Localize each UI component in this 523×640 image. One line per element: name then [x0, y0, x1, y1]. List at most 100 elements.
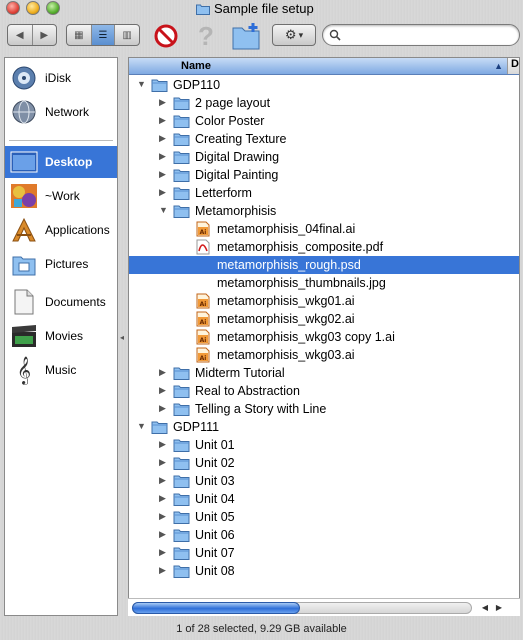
disclosure-collapsed-icon[interactable]: ▶ — [159, 187, 169, 197]
new-folder-icon[interactable] — [230, 19, 264, 53]
sidebar-item-desktop[interactable]: Desktop — [5, 146, 117, 178]
minimize-window-button[interactable] — [26, 1, 40, 15]
file-row[interactable]: Ai metamorphisis_wkg02.ai — [129, 310, 519, 328]
folder-row[interactable]: ▶ Real to Abstraction — [129, 382, 519, 400]
disclosure-expanded-icon[interactable]: ▼ — [137, 421, 147, 431]
horizontal-scrollbar[interactable]: ◀ ▶ — [128, 598, 520, 616]
sidebar-item-label: Music — [45, 363, 77, 377]
folder-row[interactable]: ▶ Unit 02 — [129, 454, 519, 472]
svg-text:Ai: Ai — [200, 301, 207, 308]
folder-icon — [173, 365, 190, 381]
help-icon[interactable]: ? — [194, 21, 218, 51]
sidebar-item-network[interactable]: Network — [5, 96, 117, 128]
search-input[interactable] — [345, 28, 513, 42]
name-column-header[interactable]: Name — [181, 60, 211, 72]
folder-icon — [173, 437, 190, 453]
back-button[interactable]: ◀ — [8, 25, 33, 45]
disclosure-collapsed-icon[interactable]: ▶ — [159, 511, 169, 521]
disclosure-collapsed-icon[interactable]: ▶ — [159, 439, 169, 449]
disclosure-collapsed-icon[interactable]: ▶ — [159, 493, 169, 503]
title-bar[interactable]: Sample file setup — [0, 0, 523, 18]
sidebar-item-work[interactable]: ~Work — [5, 180, 117, 212]
icon-view-button[interactable]: ▦ — [67, 25, 92, 45]
disclosure-expanded-icon[interactable]: ▼ — [137, 79, 147, 89]
folder-row[interactable]: ▶ Digital Drawing — [129, 148, 519, 166]
row-label: GDP110 — [173, 78, 221, 92]
sidebar-item-pictures[interactable]: Pictures — [5, 248, 117, 280]
folder-icon — [173, 167, 190, 183]
folder-row[interactable]: ▼ GDP110 — [129, 76, 519, 94]
disclosure-collapsed-icon[interactable]: ▶ — [159, 151, 169, 161]
folder-row[interactable]: ▶ Unit 07 — [129, 544, 519, 562]
disclosure-expanded-icon[interactable]: ▼ — [159, 205, 169, 215]
folder-row[interactable]: ▶ Creating Texture — [129, 130, 519, 148]
action-menu-button[interactable]: ⚙ ▾ — [272, 24, 316, 46]
disclosure-collapsed-icon[interactable]: ▶ — [159, 565, 169, 575]
row-label: metamorphisis_wkg01.ai — [217, 294, 355, 308]
folder-row[interactable]: ▶ Unit 06 — [129, 526, 519, 544]
file-row[interactable]: metamorphisis_composite.pdf — [129, 238, 519, 256]
folder-row[interactable]: ▼ GDP111 — [129, 418, 519, 436]
folder-row[interactable]: ▶ Unit 03 — [129, 472, 519, 490]
disclosure-collapsed-icon[interactable]: ▶ — [159, 133, 169, 143]
sidebar-splitter[interactable]: ◂ — [118, 57, 128, 616]
list-view-button[interactable]: ☰ — [91, 25, 116, 45]
folder-row[interactable]: ▶ Unit 05 — [129, 508, 519, 526]
status-text: 1 of 28 selected, 9.29 GB available — [176, 623, 347, 635]
row-label: metamorphisis_wkg03.ai — [217, 348, 355, 362]
file-row[interactable]: Ai metamorphisis_wkg03.ai — [129, 346, 519, 364]
folder-icon — [173, 545, 190, 561]
folder-row[interactable]: ▶ Midterm Tutorial — [129, 364, 519, 382]
disclosure-collapsed-icon[interactable]: ▶ — [159, 97, 169, 107]
column-view-button[interactable]: ▥ — [115, 25, 139, 45]
forward-button[interactable]: ▶ — [33, 25, 57, 45]
folder-icon — [151, 77, 168, 93]
sidebar-item-music[interactable]: 𝄞 Music — [5, 354, 117, 386]
row-label: Metamorphisis — [195, 204, 277, 218]
disclosure-collapsed-icon[interactable]: ▶ — [159, 385, 169, 395]
folder-row[interactable]: ▶ Digital Painting — [129, 166, 519, 184]
disclosure-collapsed-icon[interactable]: ▶ — [159, 547, 169, 557]
file-row[interactable]: Ai metamorphisis_wkg03 copy 1.ai — [129, 328, 519, 346]
folder-row[interactable]: ▶ Unit 01 — [129, 436, 519, 454]
file-row[interactable]: metamorphisis_rough.psd — [129, 256, 519, 274]
disclosure-collapsed-icon[interactable]: ▶ — [159, 475, 169, 485]
svg-text:Ai: Ai — [200, 229, 207, 236]
file-row[interactable]: metamorphisis_thumbnails.jpg — [129, 274, 519, 292]
date-column-header[interactable]: D — [507, 58, 519, 74]
folder-row[interactable]: ▼ Metamorphisis — [129, 202, 519, 220]
file-row[interactable]: Ai metamorphisis_wkg01.ai — [129, 292, 519, 310]
sidebar-item-documents[interactable]: Documents — [5, 286, 117, 318]
sidebar-item-applications[interactable]: Applications — [5, 214, 117, 246]
folder-row[interactable]: ▶ Color Poster — [129, 112, 519, 130]
file-list: Name ▲ D ▼ GDP110 ▶ 2 page layout ▶ Color Pos… — [128, 57, 520, 616]
row-label: metamorphisis_composite.pdf — [217, 240, 384, 254]
row-label: metamorphisis_rough.psd — [217, 258, 361, 272]
scroll-thumb[interactable] — [132, 602, 300, 614]
illustrator-file-icon: Ai — [195, 221, 212, 237]
disclosure-collapsed-icon[interactable]: ▶ — [159, 529, 169, 539]
close-window-button[interactable] — [6, 1, 20, 15]
search-field[interactable] — [322, 24, 520, 46]
disclosure-collapsed-icon[interactable]: ▶ — [159, 403, 169, 413]
scroll-right-button[interactable]: ▶ — [492, 602, 506, 614]
disclosure-collapsed-icon[interactable]: ▶ — [159, 457, 169, 467]
no-entry-icon[interactable] — [152, 23, 180, 49]
folder-row[interactable]: ▶ 2 page layout — [129, 94, 519, 112]
disclosure-collapsed-icon[interactable]: ▶ — [159, 169, 169, 179]
sidebar-item-label: Applications — [45, 223, 110, 237]
sidebar-item-movies[interactable]: Movies — [5, 320, 117, 352]
folder-row[interactable]: ▶ Unit 04 — [129, 490, 519, 508]
folder-row[interactable]: ▶ Letterform — [129, 184, 519, 202]
disclosure-collapsed-icon[interactable]: ▶ — [159, 367, 169, 377]
scroll-left-button[interactable]: ◀ — [478, 602, 492, 614]
folder-row[interactable]: ▶ Unit 08 — [129, 562, 519, 580]
file-row[interactable]: Ai metamorphisis_04final.ai — [129, 220, 519, 238]
zoom-window-button[interactable] — [46, 1, 60, 15]
status-bar: 1 of 28 selected, 9.29 GB available — [0, 618, 523, 640]
folder-row[interactable]: ▶ Telling a Story with Line — [129, 400, 519, 418]
pdf-file-icon — [195, 239, 212, 255]
folder-icon — [173, 401, 190, 417]
disclosure-collapsed-icon[interactable]: ▶ — [159, 115, 169, 125]
sidebar-item-idisk[interactable]: iDisk — [5, 62, 117, 94]
